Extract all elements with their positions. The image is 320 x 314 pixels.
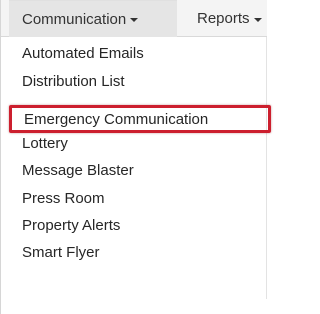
caret-down-icon: [130, 18, 139, 22]
menu-item-label: Lottery: [22, 134, 68, 152]
top-navbar: Communication Reports: [1, 0, 267, 37]
menu-item-label: Property Alerts: [22, 216, 121, 234]
menu-item-message-blaster[interactable]: Message Blaster: [9, 156, 267, 184]
menu-item-lottery[interactable]: Lottery: [9, 129, 267, 157]
communication-dropdown-menu: Automated Emails Distribution List Emerg…: [9, 37, 271, 299]
menu-item-label: Message Blaster: [22, 161, 134, 179]
menu-item-label: Distribution List: [22, 72, 125, 90]
tab-communication-label: Communication: [22, 10, 127, 28]
tab-reports-label: Reports: [197, 10, 250, 27]
menu-item-distribution-list[interactable]: Distribution List: [9, 67, 267, 95]
menu-item-smart-flyer[interactable]: Smart Flyer: [9, 238, 267, 266]
caret-down-icon: [253, 17, 262, 22]
menu-item-label: Smart Flyer: [22, 243, 100, 261]
tab-reports[interactable]: Reports: [187, 0, 267, 37]
app-frame: Communication Reports Automated Emails D…: [0, 0, 271, 314]
menu-item-label: Emergency Communication: [24, 110, 209, 128]
tab-communication[interactable]: Communication: [9, 0, 177, 37]
menu-item-press-room[interactable]: Press Room: [9, 184, 267, 212]
menu-item-property-alerts[interactable]: Property Alerts: [9, 211, 267, 239]
menu-item-label: Automated Emails: [22, 44, 144, 62]
menu-item-label: Press Room: [22, 189, 105, 207]
menu-item-automated-emails[interactable]: Automated Emails: [9, 39, 267, 67]
